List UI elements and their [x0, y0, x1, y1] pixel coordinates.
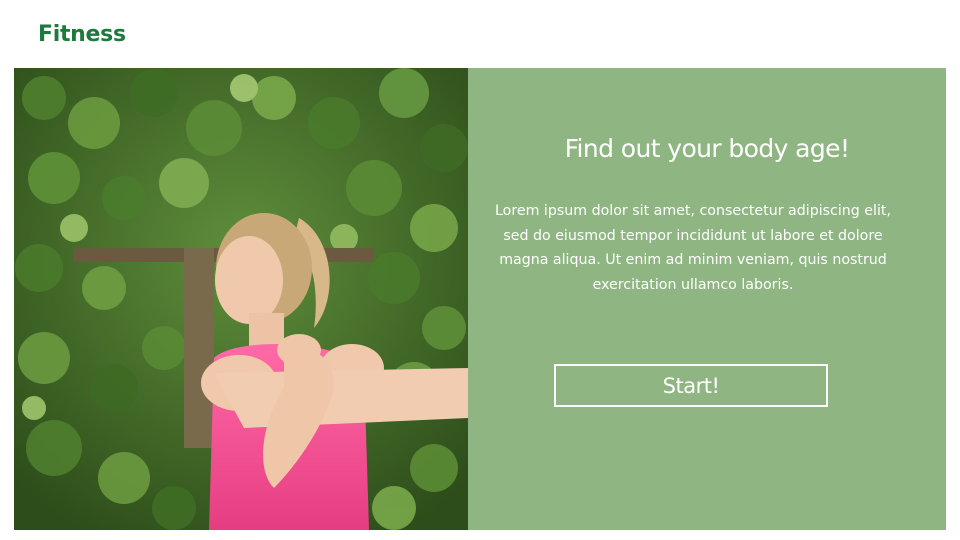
body-age-panel: Find out your body age! Lorem ipsum dolo… [468, 68, 946, 530]
panel-title: Find out your body age! [564, 134, 850, 163]
hero-section: Find out your body age! Lorem ipsum dolo… [14, 68, 946, 530]
hero-photo [14, 68, 468, 530]
start-button[interactable]: Start! [554, 364, 828, 407]
brand-logo[interactable]: Fitness [38, 22, 126, 47]
panel-description: Lorem ipsum dolor sit amet, consectetur … [495, 203, 891, 293]
